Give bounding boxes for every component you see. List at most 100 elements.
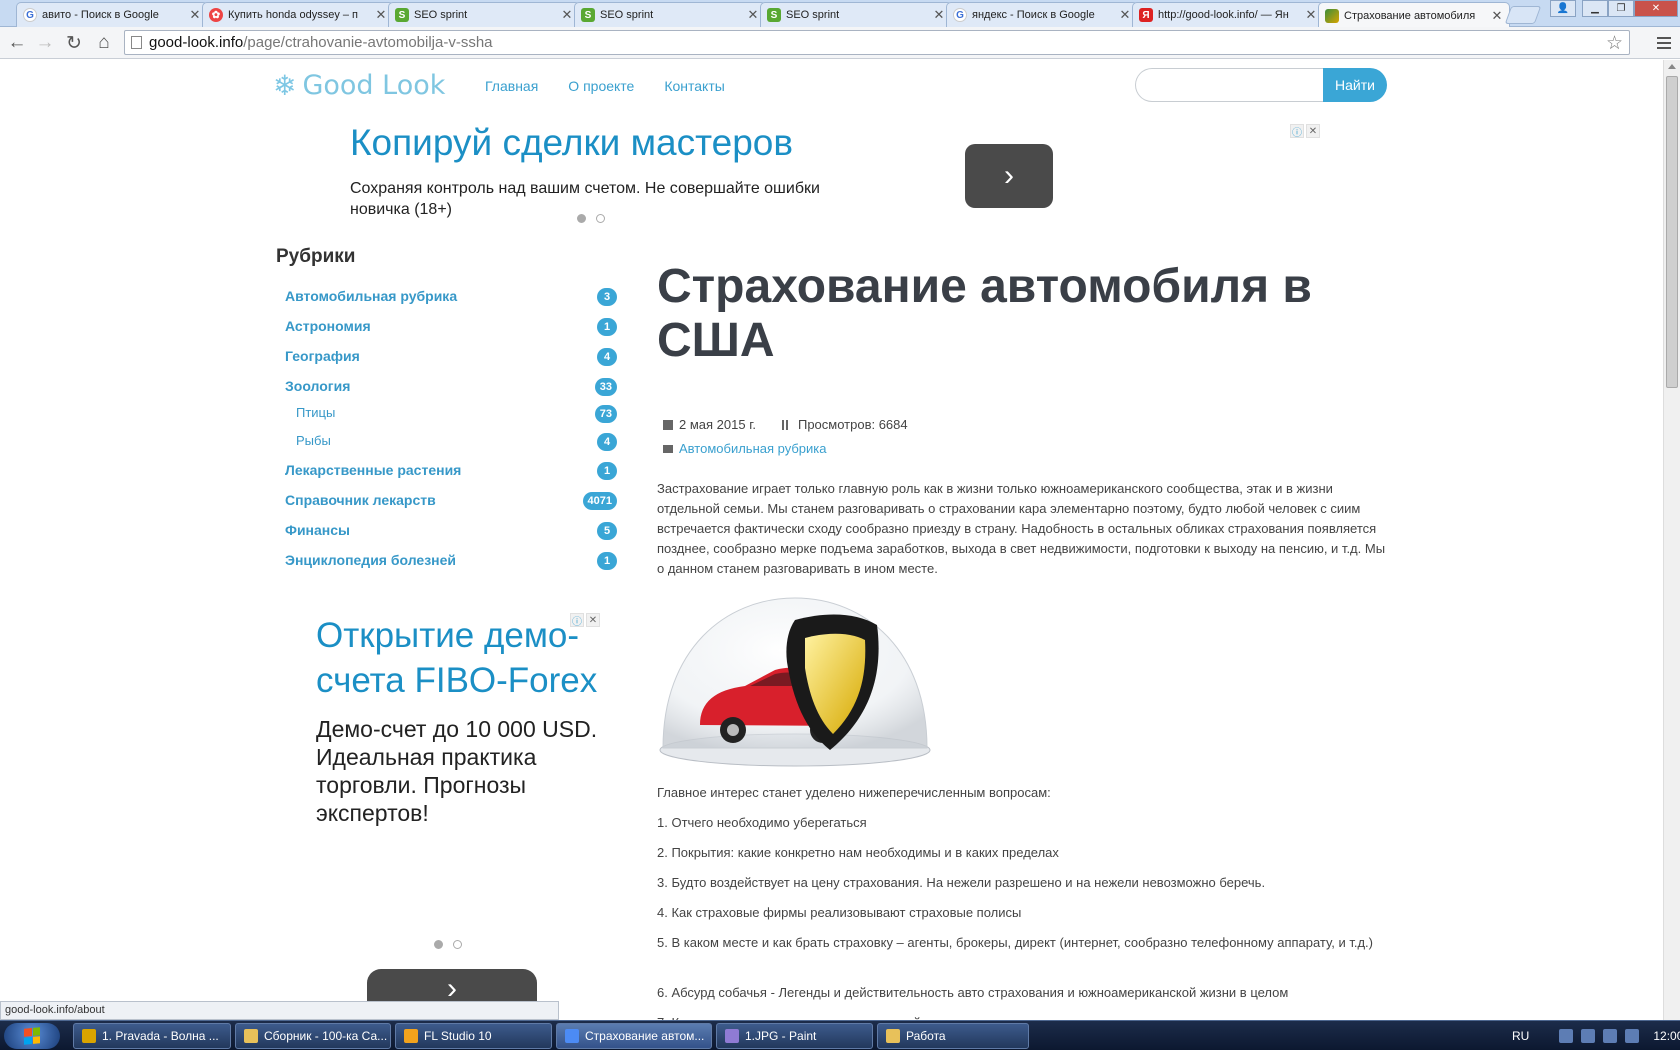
article-date: 2 мая 2015 г.: [679, 417, 756, 432]
category-label[interactable]: География: [285, 348, 360, 364]
category-label[interactable]: Справочник лекарств: [285, 492, 436, 508]
sidebar-category[interactable]: Справочник лекарств 4071: [285, 492, 617, 512]
category-label[interactable]: Финансы: [285, 522, 350, 538]
network-icon[interactable]: [1559, 1029, 1574, 1043]
address-bar[interactable]: good-look.info/page/ctrahovanie-avtomobi…: [124, 30, 1630, 55]
user-icon[interactable]: 👤: [1550, 0, 1576, 17]
category-count-badge: 4071: [582, 492, 617, 510]
car-insurance-shield-image: [659, 597, 931, 767]
start-button[interactable]: [4, 1023, 60, 1049]
minimize-button[interactable]: ▁: [1582, 0, 1608, 17]
tab-strip: Gавито - Поиск в Google ✕ ✿ Купить honda od…: [0, 0, 1680, 28]
close-tab-icon[interactable]: ✕: [1303, 7, 1319, 23]
category-label[interactable]: Птицы: [296, 405, 335, 420]
skype-icon[interactable]: [1625, 1029, 1640, 1043]
nav-home-link[interactable]: Главная: [485, 78, 538, 94]
category-count-badge: 5: [597, 522, 617, 540]
ad-choices-badge[interactable]: ⓘ ✕: [570, 613, 602, 628]
close-tab-icon[interactable]: ✕: [931, 7, 947, 23]
category-label[interactable]: Автомобильная рубрика: [285, 288, 457, 304]
browser-tab[interactable]: ✿ Купить honda odyssey – п ✕: [202, 2, 394, 27]
sidebar-category[interactable]: Автомобильная рубрика 3: [285, 288, 617, 308]
sidebar-category[interactable]: Финансы 5: [285, 522, 617, 542]
scroll-up-arrow-icon[interactable]: [1668, 64, 1676, 69]
ad-pager-dots[interactable]: [577, 214, 605, 223]
clock[interactable]: 12:00: [1653, 1029, 1680, 1043]
sidebar-category[interactable]: Птицы 73: [296, 405, 617, 425]
sidebar-category[interactable]: Энциклопедия болезней 1: [285, 552, 617, 572]
browser-tab[interactable]: S SEO sprint ✕: [760, 2, 952, 27]
category-label[interactable]: Лекарственные растения: [285, 462, 461, 478]
category-label[interactable]: Астрономия: [285, 318, 371, 334]
maximize-button[interactable]: ❐: [1608, 0, 1634, 17]
tab-title: Страхование автомобиля: [1344, 9, 1476, 22]
tray-app-icon[interactable]: [1603, 1029, 1618, 1043]
nav-about-link[interactable]: О проекте: [568, 78, 634, 94]
google-favicon-icon: G: [23, 8, 37, 22]
status-bubble: good-look.info/about: [0, 1001, 559, 1020]
seosprint-favicon-icon: S: [581, 8, 595, 22]
article-category-link[interactable]: Автомобильная рубрика: [679, 441, 827, 456]
side-ad-banner[interactable]: ⓘ ✕ Открытие демо-счета FIBO-Forex Демо-с…: [316, 613, 616, 1009]
taskbar-button[interactable]: FL Studio 10: [395, 1023, 552, 1049]
close-tab-icon[interactable]: ✕: [1117, 7, 1133, 23]
taskbar-button[interactable]: Сборник - 100-ка Са...: [235, 1023, 391, 1049]
browser-tab[interactable]: Яhttp://good-look.info/ — Ян ✕: [1132, 2, 1324, 27]
scroll-thumb[interactable]: [1666, 76, 1678, 388]
search-input[interactable]: [1135, 68, 1323, 102]
close-tab-icon[interactable]: ✕: [373, 7, 389, 23]
page-scrollbar[interactable]: [1663, 60, 1680, 1020]
ad-headline[interactable]: Копируй сделки мастеров: [350, 122, 793, 164]
category-count-badge: 1: [597, 318, 617, 336]
category-count-badge: 1: [597, 462, 617, 480]
logo-text: Good Look: [302, 70, 446, 101]
taskbar-button[interactable]: 1. Pravada - Волна ...: [73, 1023, 231, 1049]
category-label[interactable]: Энциклопедия болезней: [285, 552, 456, 568]
browser-tab[interactable]: Страхование автомобиля ✕: [1318, 2, 1510, 28]
back-arrow-icon[interactable]: ←: [5, 31, 29, 55]
sidebar-category[interactable]: Рыбы 4: [296, 433, 617, 453]
ad-pager-dots[interactable]: [434, 940, 462, 949]
url-path: /page/ctrahovanie-avtomobilja-v-ssha: [243, 34, 493, 51]
close-tab-icon[interactable]: ✕: [187, 7, 203, 23]
taskbar-button[interactable]: 1.JPG - Paint: [716, 1023, 873, 1049]
close-window-button[interactable]: ✕: [1634, 0, 1678, 17]
search-button[interactable]: Найти: [1323, 68, 1387, 102]
bookmark-star-icon[interactable]: ☆: [1606, 32, 1623, 55]
forward-arrow-icon[interactable]: →: [33, 31, 57, 55]
menu-icon[interactable]: [1653, 31, 1675, 55]
snowflake-logo-icon: ❄: [273, 69, 297, 101]
close-tab-icon[interactable]: ✕: [559, 7, 575, 23]
reload-icon[interactable]: ↻: [62, 31, 86, 55]
taskbar-button[interactable]: Работа: [877, 1023, 1029, 1049]
sidebar-category[interactable]: Астрономия 1: [285, 318, 617, 338]
category-label[interactable]: Зоология: [285, 378, 350, 394]
article-paragraph: 1. Отчего необходимо уберегаться: [657, 815, 867, 830]
close-tab-icon[interactable]: ✕: [745, 7, 761, 23]
sidebar-category[interactable]: Лекарственные растения 1: [285, 462, 617, 482]
taskbar-button-label: 1.JPG - Paint: [745, 1029, 817, 1043]
browser-tab[interactable]: S SEO sprint ✕: [388, 2, 580, 27]
article-meta: 2 мая 2015 г. Просмотров: 6684: [663, 417, 908, 432]
category-count-badge: 73: [594, 405, 617, 423]
sidebar-category[interactable]: Зоология 33: [285, 378, 617, 398]
nav-contacts-link[interactable]: Контакты: [664, 78, 724, 94]
browser-tab[interactable]: Gяндекс - Поиск в Google ✕: [946, 2, 1138, 27]
ad-next-arrow-button[interactable]: ›: [965, 144, 1053, 208]
sidebar-category[interactable]: География 4: [285, 348, 617, 368]
volume-icon[interactable]: [1581, 1029, 1596, 1043]
close-tab-icon[interactable]: ✕: [1489, 8, 1505, 24]
honda-favicon-icon: ✿: [209, 8, 223, 22]
taskbar-button[interactable]: Страхование автом...: [556, 1023, 712, 1049]
category-count-badge: 4: [597, 348, 617, 366]
url-host: good-look.info: [149, 34, 244, 51]
browser-tab[interactable]: Gавито - Поиск в Google ✕: [16, 2, 208, 27]
browser-tab[interactable]: S SEO sprint ✕: [574, 2, 766, 27]
home-icon[interactable]: ⌂: [92, 31, 116, 55]
category-label[interactable]: Рыбы: [296, 433, 331, 448]
top-ad-banner[interactable]: Копируй сделки мастеров Сохраняя контрол…: [348, 122, 1323, 230]
site-logo[interactable]: ❄ Good Look: [273, 70, 445, 101]
ad-choices-badge[interactable]: ⓘ ✕: [1290, 124, 1322, 139]
language-indicator[interactable]: RU: [1512, 1029, 1529, 1043]
windows-taskbar: 1. Pravada - Волна ... Сборник - 100-ка С…: [0, 1020, 1680, 1050]
